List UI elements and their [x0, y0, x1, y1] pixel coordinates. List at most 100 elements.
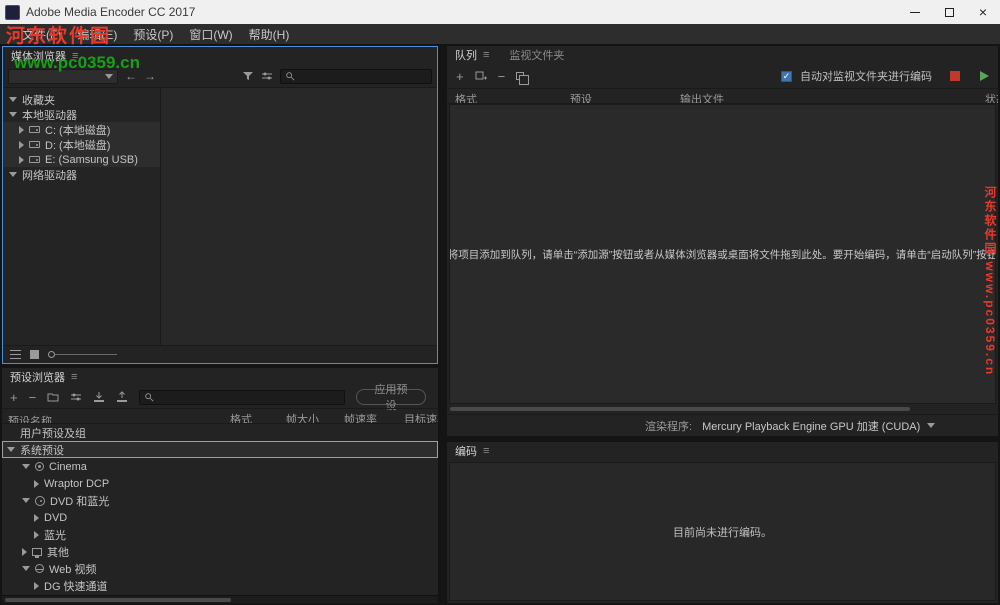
new-group-icon[interactable]	[47, 391, 59, 403]
tab-preset-browser[interactable]: 预设浏览器	[10, 369, 65, 385]
preset-settings-icon[interactable]	[70, 391, 82, 403]
tab-watch-folders[interactable]: 监视文件夹	[509, 47, 564, 63]
tree-item-drive-e[interactable]: E: (Samsung USB)	[3, 152, 160, 167]
preset-row-label: 系统预设	[20, 442, 64, 458]
chevron-right-icon[interactable]	[19, 141, 24, 149]
import-preset-icon[interactable]	[93, 391, 105, 403]
start-queue-button[interactable]	[980, 71, 989, 81]
preset-browser-panel: 预设浏览器 ≡ + −	[2, 368, 438, 603]
menu-item-window[interactable]: 窗口(W)	[181, 26, 240, 43]
menu-item-edit[interactable]: 编辑(E)	[69, 26, 125, 43]
forward-icon[interactable]: →	[144, 70, 156, 82]
chevron-right-icon[interactable]	[34, 582, 39, 590]
column-target-rate[interactable]: 目标速率	[404, 411, 438, 424]
media-browser-toolbar: ← →	[3, 65, 437, 87]
chevron-right-icon[interactable]	[22, 548, 27, 556]
preset-row-system-presets[interactable]: 系统预设	[2, 441, 438, 458]
new-preset-icon[interactable]: +	[10, 391, 18, 404]
minimize-button[interactable]	[898, 0, 932, 24]
maximize-button[interactable]	[932, 0, 966, 24]
panel-menu-icon[interactable]: ≡	[483, 446, 489, 457]
export-preset-icon[interactable]	[116, 391, 128, 403]
panel-menu-icon[interactable]: ≡	[71, 372, 77, 383]
chevron-down-icon[interactable]	[9, 172, 17, 177]
preset-row-dg-fast-channel[interactable]: DG 快速通道	[2, 577, 438, 594]
column-frame-size[interactable]: 帧大小	[286, 411, 319, 424]
column-status: 状态	[985, 91, 998, 104]
delete-preset-icon[interactable]: −	[29, 391, 37, 404]
workspace: 媒体浏览器 ≡ ← →	[0, 44, 1000, 605]
close-button[interactable]: ×	[966, 0, 1000, 24]
preset-search-input[interactable]	[158, 391, 340, 403]
column-format[interactable]: 格式	[230, 411, 252, 424]
auto-encode-checkbox[interactable]: ✓	[781, 71, 792, 82]
preset-row-others[interactable]: 其他	[2, 543, 438, 560]
scrollbar-thumb[interactable]	[450, 407, 910, 411]
chevron-right-icon[interactable]	[34, 480, 39, 488]
queue-drop-area[interactable]: 要将项目添加到队列，请单击“添加源”按钮或者从媒体浏览器或桌面将文件拖到此处。要…	[449, 104, 996, 404]
location-dropdown[interactable]	[8, 69, 118, 84]
preset-row-label: 用户预设及组	[20, 425, 86, 441]
filter-icon[interactable]	[242, 70, 254, 82]
chevron-down-icon[interactable]	[22, 464, 30, 469]
media-search-input[interactable]	[299, 70, 427, 82]
preset-row-user-presets[interactable]: 用户预设及组	[2, 424, 438, 441]
preset-row-cinema[interactable]: Cinema	[2, 458, 438, 475]
menu-item-preset[interactable]: 预设(P)	[125, 26, 181, 43]
preset-row-dvd[interactable]: DVD	[2, 509, 438, 526]
media-content-area[interactable]	[161, 88, 437, 345]
media-browser-body: 收藏夹 本地驱动器 C: (本地磁盘) D: (本地磁盘)	[3, 87, 437, 345]
tab-media-browser[interactable]: 媒体浏览器	[11, 48, 66, 64]
add-source-icon[interactable]: +	[456, 70, 464, 83]
duplicate-icon[interactable]	[516, 72, 524, 80]
chevron-right-icon[interactable]	[19, 126, 24, 134]
add-output-icon[interactable]	[475, 70, 487, 82]
tree-item-local-drives[interactable]: 本地驱动器	[3, 107, 160, 122]
chevron-down-icon[interactable]	[9, 112, 17, 117]
chevron-down-icon[interactable]	[7, 447, 15, 452]
preset-row-dvd-bluray[interactable]: DVD 和蓝光	[2, 492, 438, 509]
tab-queue[interactable]: 队列	[455, 47, 477, 63]
tree-item-network-drives[interactable]: 网络驱动器	[3, 167, 160, 182]
menu-item-help[interactable]: 帮助(H)	[241, 26, 298, 43]
drive-icon	[29, 126, 40, 133]
chevron-right-icon[interactable]	[19, 156, 24, 164]
disc-icon	[35, 496, 45, 506]
tab-encoding[interactable]: 编码	[455, 443, 477, 459]
renderer-dropdown[interactable]: Mercury Playback Engine GPU 加速 (CUDA)	[702, 418, 935, 434]
stop-queue-button[interactable]	[950, 71, 960, 81]
scrollbar-thumb[interactable]	[5, 598, 231, 602]
preset-row-bluray[interactable]: 蓝光	[2, 526, 438, 543]
queue-toolbar-right: ✓ 自动对监视文件夹进行编码	[781, 68, 989, 84]
thumbnail-view-icon[interactable]	[30, 350, 39, 359]
tree-item-drive-d[interactable]: D: (本地磁盘)	[3, 137, 160, 152]
chevron-right-icon[interactable]	[34, 531, 39, 539]
preset-row-label: DG 快速通道	[44, 578, 108, 594]
chevron-down-icon[interactable]	[22, 498, 30, 503]
encoding-panel: 编码 ≡ 目前尚未进行编码。	[447, 442, 998, 603]
sort-arrow-icon: ↑	[8, 413, 14, 424]
back-icon[interactable]: ←	[125, 70, 137, 82]
encoding-tabbar: 编码 ≡	[447, 442, 998, 460]
chevron-right-icon[interactable]	[34, 514, 39, 522]
panel-menu-icon[interactable]: ≡	[72, 51, 78, 62]
slider-knob[interactable]	[48, 351, 55, 358]
view-options-icon[interactable]	[261, 70, 273, 82]
list-view-icon[interactable]	[10, 350, 21, 359]
tree-item-drive-c[interactable]: C: (本地磁盘)	[3, 122, 160, 137]
apply-preset-button[interactable]: 应用预设	[356, 389, 426, 405]
chevron-down-icon[interactable]	[9, 97, 17, 102]
maximize-icon	[945, 8, 954, 17]
menu-item-file[interactable]: 文件(F)	[14, 26, 69, 43]
preset-row-wraptor-dcp[interactable]: Wraptor DCP	[2, 475, 438, 492]
column-frame-rate[interactable]: 帧速率	[344, 411, 377, 424]
preset-row-web-video[interactable]: Web 视频	[2, 560, 438, 577]
chevron-down-icon	[105, 74, 113, 79]
panel-menu-icon[interactable]: ≡	[483, 50, 489, 61]
drive-icon	[29, 156, 40, 163]
remove-icon[interactable]: −	[498, 70, 506, 83]
tree-item-favorites[interactable]: 收藏夹	[3, 92, 160, 107]
chevron-down-icon[interactable]	[22, 566, 30, 571]
window-controls: ×	[898, 0, 1000, 24]
search-icon	[144, 392, 154, 402]
